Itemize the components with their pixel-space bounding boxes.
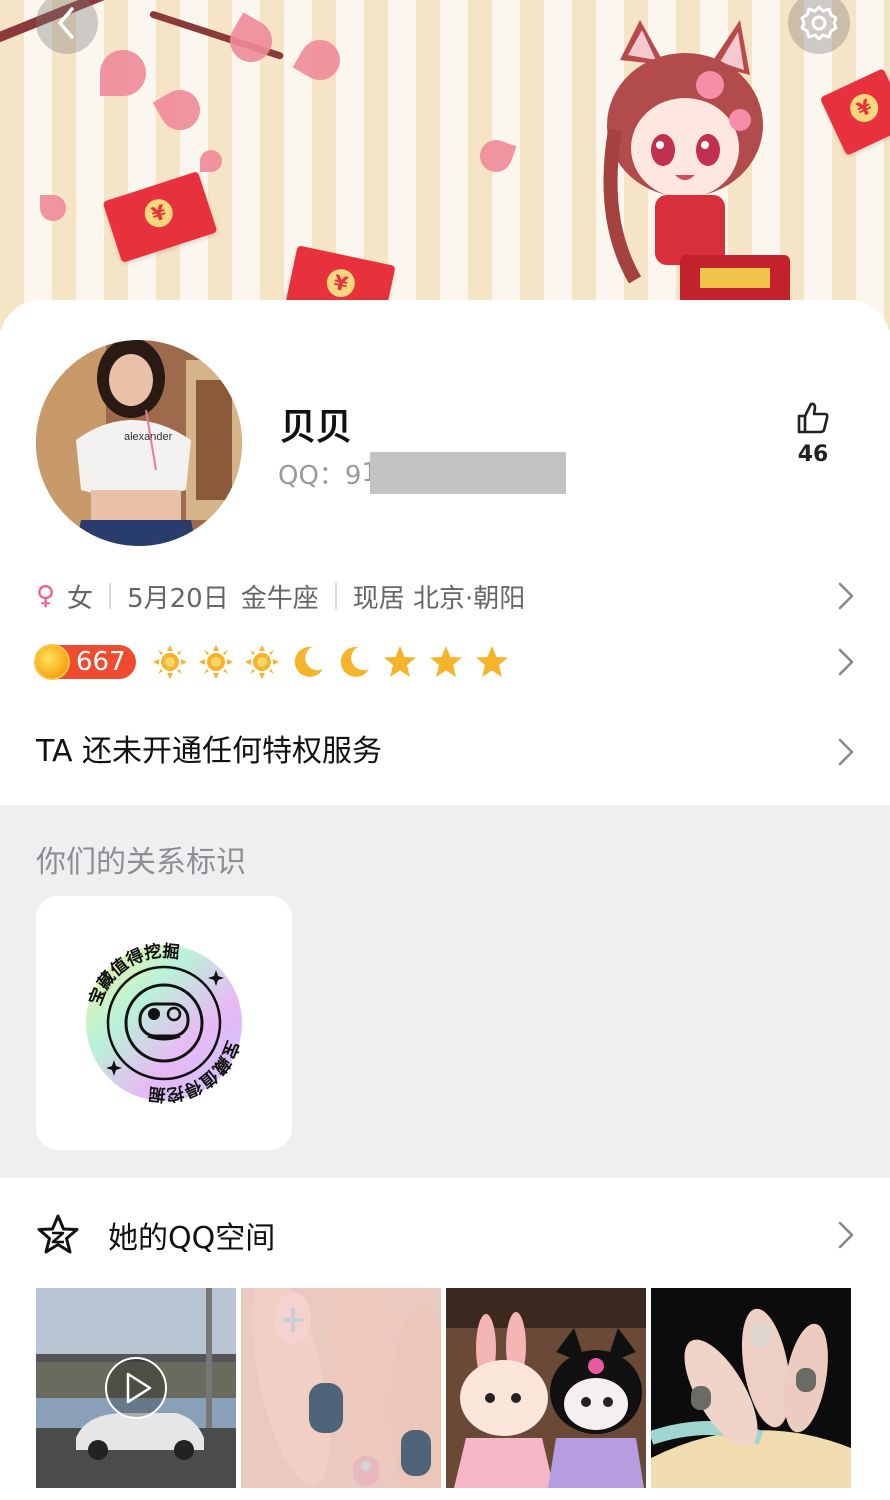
birthday: 5月20日 <box>127 583 229 614</box>
residence: 现居 北京·朝阳 <box>352 583 526 614</box>
anime-girl-illustration <box>603 20 790 310</box>
avatar-photo: alexander <box>36 340 242 546</box>
qzone-photo-strip <box>36 1288 852 1488</box>
street-video-thumbnail <box>36 1288 236 1488</box>
thumbs-up-icon <box>797 402 829 434</box>
gear-icon <box>800 5 838 41</box>
qzone-section: 她的QQ空间 <box>0 1178 890 1500</box>
level-icons <box>152 644 510 680</box>
petal <box>152 82 208 138</box>
settings-button[interactable] <box>788 0 850 54</box>
moon-icon <box>294 646 323 677</box>
privilege-row[interactable]: TA 还未开通任何特权服务 <box>36 730 856 774</box>
qzone-photo[interactable] <box>446 1288 646 1488</box>
chevron-right-icon <box>838 582 854 610</box>
back-button[interactable] <box>36 0 98 54</box>
sun-icon <box>152 645 187 679</box>
basic-info-row[interactable]: ♀ 女 5月20日 金牛座 现居 北京·朝阳 <box>36 574 856 618</box>
petal <box>222 12 280 70</box>
chevron-left-icon <box>58 7 74 39</box>
star-icon <box>383 646 416 677</box>
coin-icon <box>34 644 70 680</box>
profile-page: ¥ ¥ ¥ alexander 贝贝 QQ：9 46 ♀ 女 5月20日 金牛座… <box>0 0 890 1500</box>
divider <box>109 583 112 609</box>
sun-icon <box>198 645 233 679</box>
qzone-photo[interactable] <box>651 1288 851 1488</box>
divider <box>334 583 337 609</box>
treasure-badge-icon: 宝藏值得挖掘 宝藏值得挖掘 <box>85 941 244 1106</box>
chevron-right-icon <box>838 1221 854 1249</box>
plush-dolls-photo <box>446 1288 646 1488</box>
female-icon: ♀ <box>36 581 56 611</box>
profile-card: alexander 贝贝 QQ：91 46 ♀ 女 5月20日 金牛座 现居 北… <box>0 300 890 805</box>
qq-number[interactable]: QQ：91 <box>278 452 566 494</box>
red-envelope: ¥ <box>102 171 218 263</box>
gender: 女 <box>67 583 94 614</box>
petal <box>200 150 222 172</box>
qzone-photo[interactable] <box>36 1288 236 1488</box>
qzone-star-icon <box>37 1214 79 1254</box>
nails-grey-photo <box>651 1288 851 1488</box>
relationship-section: 你们的关系标识 宝藏值得挖掘 宝藏值得挖掘 <box>0 805 890 1178</box>
nails-blue-photo <box>241 1288 441 1488</box>
privilege-text: TA 还未开通任何特权服务 <box>36 734 383 769</box>
chevron-right-icon <box>838 648 854 676</box>
svg-text:alexander: alexander <box>124 431 173 443</box>
qq-label: QQ：9 <box>278 460 362 491</box>
moon-icon <box>340 646 369 677</box>
qzone-header[interactable]: 她的QQ空间 <box>36 1210 856 1260</box>
avatar[interactable]: alexander <box>36 340 242 546</box>
level-number: 667 <box>76 647 126 677</box>
star-icon <box>475 646 508 677</box>
like-count: 46 <box>797 442 829 467</box>
red-envelope: ¥ <box>819 68 890 156</box>
qzone-title: 她的QQ空间 <box>108 1221 276 1256</box>
relationship-title: 你们的关系标识 <box>36 845 246 880</box>
nickname: 贝贝 <box>280 407 353 448</box>
qq-level-row[interactable]: 667 <box>34 640 856 684</box>
chevron-right-icon <box>838 738 854 766</box>
qq-redaction <box>370 452 566 494</box>
level-badge: 667 <box>34 644 136 680</box>
cover-banner[interactable]: ¥ ¥ ¥ <box>0 0 890 330</box>
petal <box>292 32 348 88</box>
petal <box>100 50 146 96</box>
relationship-badge-card[interactable]: 宝藏值得挖掘 宝藏值得挖掘 <box>36 896 292 1150</box>
star-icon <box>429 646 462 677</box>
petal <box>475 135 517 177</box>
sun-icon <box>244 645 279 679</box>
qzone-photo[interactable] <box>241 1288 441 1488</box>
like-button[interactable]: 46 <box>790 400 836 467</box>
zodiac: 金牛座 <box>240 583 319 614</box>
petal <box>40 195 66 221</box>
